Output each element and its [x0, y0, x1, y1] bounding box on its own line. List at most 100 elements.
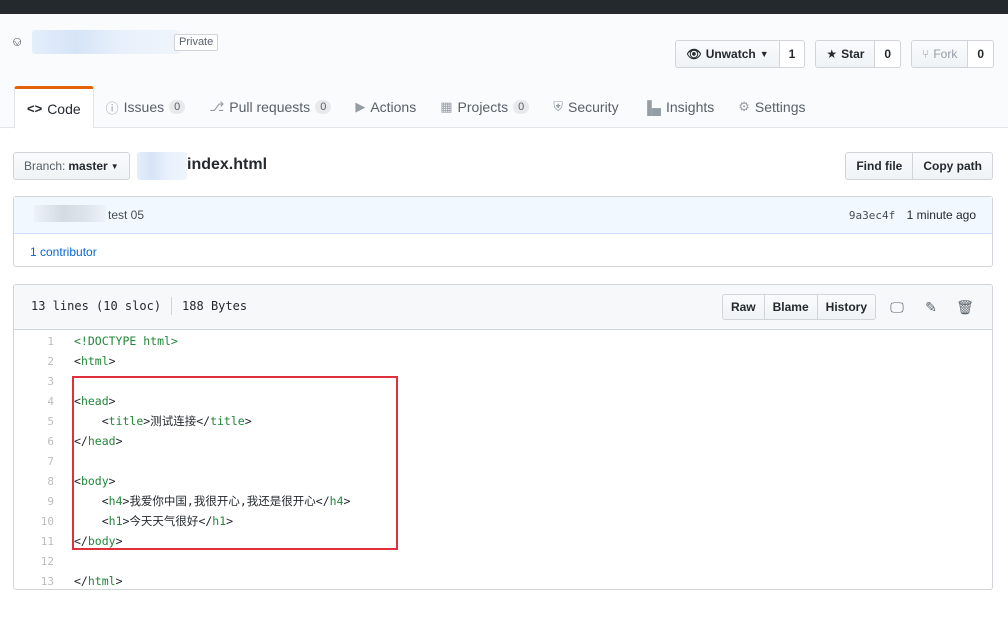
file-navigation: Branch: master ▼ index.html Find file Co…	[13, 152, 993, 180]
raw-button[interactable]: Raw	[721, 294, 765, 320]
line-number[interactable]: 11	[14, 535, 54, 548]
project-icon: ▦	[440, 99, 453, 114]
tab-label: Insights	[666, 99, 715, 115]
star-button[interactable]: ★ Star	[815, 40, 876, 68]
latest-commit: test 05 9a3ec4f 1 minute ago	[14, 197, 992, 234]
branch-select-button[interactable]: Branch: master ▼	[13, 152, 130, 180]
caret-down-icon: ▼	[110, 161, 119, 171]
tab-issues[interactable]: ⓘ Issues 0	[94, 86, 198, 128]
tab-counter: 0	[513, 100, 530, 114]
line-number[interactable]: 12	[14, 555, 54, 568]
tab-insights[interactable]: ▐▄ Insights	[631, 86, 727, 128]
graph-icon: ▐▄	[642, 99, 661, 115]
fork-button[interactable]: ⑂ Fork	[911, 40, 969, 68]
private-badge: Private	[174, 33, 219, 51]
code-line-content: </html>	[74, 574, 123, 588]
trash-icon[interactable]: 🗑︎	[952, 299, 978, 316]
tab-label: Actions	[370, 99, 417, 115]
tab-counter: 0	[315, 100, 332, 114]
avatar[interactable]	[34, 205, 106, 222]
repo-icon: ⎉	[12, 34, 23, 49]
unwatch-button[interactable]: 👁︎ Unwatch ▼	[675, 40, 780, 68]
repo-actions: 👁︎ Unwatch ▼ 1 ★ Star 0 ⑂ Fork 0	[675, 40, 994, 68]
line-number[interactable]: 8	[14, 475, 54, 488]
find-file-button[interactable]: Find file	[845, 152, 914, 180]
repo-title: ⎉ Private	[12, 30, 219, 54]
line-number[interactable]: 5	[14, 415, 54, 428]
line-number[interactable]: 1	[14, 335, 54, 348]
watch-count[interactable]: 1	[779, 40, 806, 68]
tab-actions[interactable]: ▶ Actions	[343, 86, 428, 128]
history-button[interactable]: History	[817, 294, 876, 320]
code-icon: <>	[27, 101, 43, 116]
file-info: 13 lines (10 sloc) 188 Bytes	[31, 297, 248, 315]
tab-label: Pull requests	[229, 99, 311, 115]
gear-icon: ⚙	[738, 99, 750, 114]
commit-time: 1 minute ago	[906, 208, 976, 222]
commit-sha[interactable]: 9a3ec4f	[849, 209, 895, 222]
line-number[interactable]: 6	[14, 435, 54, 448]
line-number[interactable]: 2	[14, 355, 54, 368]
tab-label: Security	[568, 99, 619, 115]
repo-nav: <> Code ⓘ Issues 0 ⎇ Pull requests 0 ▶ A…	[14, 86, 818, 129]
line-number[interactable]: 9	[14, 495, 54, 508]
tab-label: Settings	[754, 99, 806, 115]
tab-pull-requests[interactable]: ⎇ Pull requests 0	[197, 86, 343, 128]
code-line: 2 <html>	[14, 351, 992, 371]
pull-request-icon: ⎇	[209, 99, 225, 114]
breadcrumb-repo-blurred[interactable]	[137, 152, 187, 180]
blame-button[interactable]: Blame	[764, 294, 818, 320]
line-number[interactable]: 7	[14, 455, 54, 468]
code-line: 12	[14, 551, 992, 571]
line-number[interactable]: 13	[14, 575, 54, 588]
file-nav-buttons: Find file Copy path	[845, 152, 993, 180]
fork-icon: ⑂	[922, 47, 930, 61]
tab-settings[interactable]: ⚙ Settings	[726, 86, 817, 128]
contributors-link[interactable]: 1 contributor	[30, 245, 97, 259]
line-number[interactable]: 10	[14, 515, 54, 528]
breadcrumb-filename: index.html	[187, 156, 268, 173]
file-size: 188 Bytes	[182, 299, 248, 313]
commit-message[interactable]: test 05	[108, 208, 144, 222]
file-lines-info: 13 lines (10 sloc)	[31, 299, 162, 313]
watch-group: 👁︎ Unwatch ▼ 1	[675, 40, 806, 68]
tab-label: Projects	[457, 99, 509, 115]
line-number[interactable]: 3	[14, 375, 54, 388]
tab-code[interactable]: <> Code	[14, 86, 94, 129]
highlight-annotation-box	[72, 376, 398, 550]
star-label: Star	[841, 47, 865, 61]
file-header: 13 lines (10 sloc) 188 Bytes Raw Blame H…	[14, 285, 992, 330]
code-line-content: <html>	[74, 354, 116, 368]
play-icon: ▶	[355, 99, 366, 114]
tab-label: Code	[47, 100, 81, 117]
code-line: 1 <!DOCTYPE html>	[14, 331, 992, 351]
star-group: ★ Star 0	[815, 40, 902, 68]
commit-meta: 9a3ec4f 1 minute ago	[849, 208, 976, 222]
copy-path-button[interactable]: Copy path	[913, 152, 993, 180]
issue-icon: ⓘ	[105, 100, 119, 116]
star-count[interactable]: 0	[875, 40, 902, 68]
top-bar	[0, 0, 1008, 14]
branch-prefix: Branch:	[24, 159, 66, 173]
unwatch-label: Unwatch	[705, 47, 756, 61]
pencil-icon[interactable]: ✎	[918, 299, 944, 316]
tab-security[interactable]: ⛨ Security	[541, 86, 630, 128]
file-actions: Raw Blame History 🖵︎ ✎ 🗑︎	[721, 294, 978, 320]
star-icon: ★	[826, 47, 838, 61]
line-number[interactable]: 4	[14, 395, 54, 408]
code-line-content: <!DOCTYPE html>	[74, 334, 178, 348]
owner-name-blurred[interactable]	[32, 30, 180, 54]
code-line: 13 </html>	[14, 571, 992, 589]
commit-tease: test 05 9a3ec4f 1 minute ago 1 contribut…	[13, 196, 993, 267]
fork-count[interactable]: 0	[968, 40, 994, 68]
fork-group: ⑂ Fork 0	[911, 40, 994, 68]
eye-icon: 👁︎	[686, 47, 702, 61]
tab-projects[interactable]: ▦ Projects 0	[428, 86, 541, 128]
shield-icon: ⛨	[553, 99, 563, 114]
branch-name: master	[68, 159, 108, 173]
tab-label: Issues	[123, 99, 165, 115]
desktop-icon[interactable]: 🖵︎	[884, 299, 910, 316]
fork-label: Fork	[933, 47, 958, 61]
tab-counter: 0	[169, 100, 186, 114]
caret-down-icon: ▼	[759, 49, 769, 59]
